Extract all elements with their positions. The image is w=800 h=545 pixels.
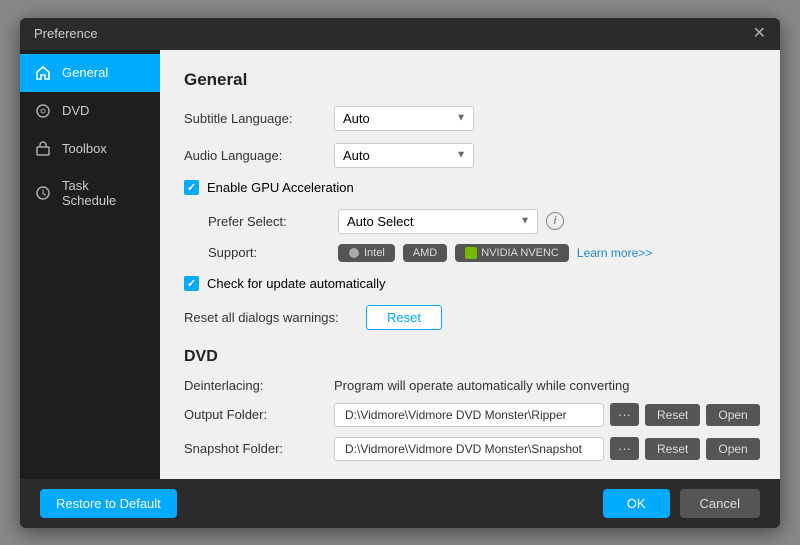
amd-chip: AMD	[403, 244, 447, 262]
dvd-icon	[34, 102, 52, 120]
snapshot-folder-open-button[interactable]: Open	[706, 438, 759, 460]
subtitle-language-label: Subtitle Language:	[184, 111, 334, 126]
reset-dialogs-row: Reset all dialogs warnings: Reset	[184, 305, 756, 330]
audio-language-select[interactable]: Auto	[334, 143, 474, 168]
general-section-title: General	[184, 70, 756, 90]
snapshot-folder-row: Snapshot Folder: D:\Vidmore\Vidmore DVD …	[184, 437, 756, 461]
preference-dialog: Preference ✕ General DV	[20, 18, 780, 528]
prefer-select-row: Prefer Select: Auto Select ▼ i	[208, 209, 756, 234]
learn-more-link[interactable]: Learn more>>	[577, 246, 652, 260]
snapshot-folder-path: D:\Vidmore\Vidmore DVD Monster\Snapshot	[334, 437, 604, 461]
dialog-title: Preference	[34, 26, 98, 41]
subtitle-language-select-wrapper: Auto ▼	[334, 106, 474, 131]
footer-right: OK Cancel	[603, 489, 760, 518]
audio-language-label: Audio Language:	[184, 148, 334, 163]
gpu-checkbox-row: Enable GPU Acceleration	[184, 180, 756, 195]
reset-dialogs-button[interactable]: Reset	[366, 305, 442, 330]
sidebar-label-toolbox: Toolbox	[62, 141, 107, 156]
titlebar: Preference ✕	[20, 18, 780, 50]
intel-label: Intel	[364, 247, 385, 259]
toolbox-icon	[34, 140, 52, 158]
support-chips: Intel AMD NVIDIA NVENC Learn more>>	[338, 244, 652, 262]
sidebar-item-task-schedule[interactable]: Task Schedule	[20, 168, 160, 218]
audio-language-select-wrapper: Auto ▼	[334, 143, 474, 168]
deinterlacing-row: Deinterlacing: Program will operate auto…	[184, 378, 756, 393]
content-area: General Subtitle Language: Auto ▼ Audio …	[160, 50, 780, 479]
prefer-select-wrapper: Auto Select ▼	[338, 209, 538, 234]
output-folder-reset-button[interactable]: Reset	[645, 404, 700, 426]
sidebar-item-dvd[interactable]: DVD	[20, 92, 160, 130]
check-update-checkbox[interactable]	[184, 276, 199, 291]
main-area: General DVD Toolbox	[20, 50, 780, 479]
snapshot-folder-controls: D:\Vidmore\Vidmore DVD Monster\Snapshot …	[334, 437, 760, 461]
intel-chip: Intel	[338, 244, 395, 262]
gpu-label: Enable GPU Acceleration	[207, 180, 354, 195]
reset-dialogs-label: Reset all dialogs warnings:	[184, 310, 354, 325]
sidebar-label-general: General	[62, 65, 108, 80]
output-folder-path: D:\Vidmore\Vidmore DVD Monster\Ripper	[334, 403, 604, 427]
sidebar-label-dvd: DVD	[62, 103, 89, 118]
deinterlacing-desc: Program will operate automatically while…	[334, 378, 630, 393]
info-icon[interactable]: i	[546, 212, 564, 230]
home-icon	[34, 64, 52, 82]
snapshot-folder-label: Snapshot Folder:	[184, 441, 334, 456]
sidebar-label-task-schedule: Task Schedule	[62, 178, 146, 208]
audio-language-row: Audio Language: Auto ▼	[184, 143, 756, 168]
output-folder-row: Output Folder: D:\Vidmore\Vidmore DVD Mo…	[184, 403, 756, 427]
snapshot-folder-reset-button[interactable]: Reset	[645, 438, 700, 460]
support-label: Support:	[208, 245, 338, 260]
output-folder-dots-button[interactable]: ···	[610, 403, 639, 426]
check-update-row: Check for update automatically	[184, 276, 756, 291]
nvidia-chip: NVIDIA NVENC	[455, 244, 569, 262]
output-folder-open-button[interactable]: Open	[706, 404, 759, 426]
sidebar-item-general[interactable]: General	[20, 54, 160, 92]
deinterlacing-label: Deinterlacing:	[184, 378, 334, 393]
prefer-select-label: Prefer Select:	[208, 214, 338, 229]
support-row: Support: Intel AMD NVIDIA NVEN	[208, 244, 756, 262]
gpu-inner: Prefer Select: Auto Select ▼ i Support:	[184, 209, 756, 262]
footer: Restore to Default OK Cancel	[20, 479, 780, 528]
task-schedule-icon	[34, 184, 52, 202]
gpu-checkbox[interactable]	[184, 180, 199, 195]
ok-button[interactable]: OK	[603, 489, 670, 518]
prefer-select[interactable]: Auto Select	[338, 209, 538, 234]
output-folder-controls: D:\Vidmore\Vidmore DVD Monster\Ripper ··…	[334, 403, 760, 427]
subtitle-language-select[interactable]: Auto	[334, 106, 474, 131]
nvidia-label: NVIDIA NVENC	[481, 247, 559, 259]
close-button[interactable]: ✕	[753, 26, 766, 42]
gpu-acceleration-section: Enable GPU Acceleration Prefer Select: A…	[184, 180, 756, 262]
snapshot-folder-dots-button[interactable]: ···	[610, 437, 639, 460]
sidebar-item-toolbox[interactable]: Toolbox	[20, 130, 160, 168]
subtitle-language-row: Subtitle Language: Auto ▼	[184, 106, 756, 131]
amd-label: AMD	[413, 247, 437, 259]
output-folder-label: Output Folder:	[184, 407, 334, 422]
check-update-label: Check for update automatically	[207, 276, 385, 291]
cancel-button[interactable]: Cancel	[680, 489, 760, 518]
sidebar: General DVD Toolbox	[20, 50, 160, 479]
dvd-section-title: DVD	[184, 348, 756, 366]
restore-default-button[interactable]: Restore to Default	[40, 489, 177, 518]
